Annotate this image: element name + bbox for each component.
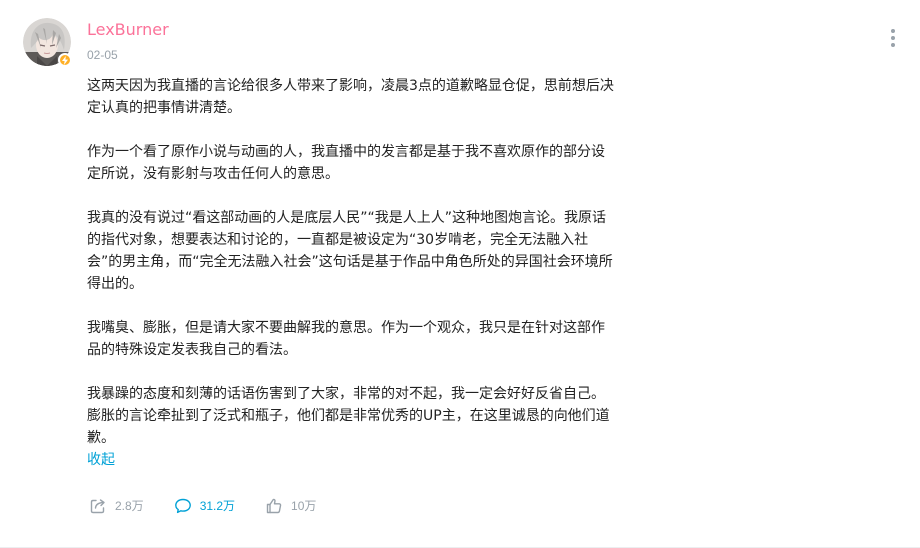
share-count: 2.8万: [115, 499, 144, 513]
comment-icon: [174, 498, 191, 514]
avatar-container[interactable]: [23, 18, 72, 67]
like-count: 10万: [291, 499, 317, 513]
post-date: 02-05: [87, 48, 118, 62]
post-paragraph: 作为一个看了原作小说与动画的人，我直播中的发言都是基于我不喜欢原作的部分设定所说…: [87, 144, 605, 182]
comment-button[interactable]: 31.2万: [174, 497, 235, 515]
post-paragraph: 我嘴臭、膨胀，但是请大家不要曲解我的意思。作为一个观众，我只是在针对这部作品的特…: [87, 320, 605, 358]
more-vertical-icon[interactable]: [882, 26, 904, 50]
like-button[interactable]: 10万: [265, 497, 316, 515]
dynamic-post-card: LexBurner 02-05 这两天因为我直播的言论给很多人带来了影响，凌晨3…: [0, 0, 920, 548]
thumbs-up-icon: [266, 498, 282, 514]
post-paragraph: 我暴躁的态度和刻薄的话语伤害到了大家，非常的对不起，我一定会好好反省自己。膨胀的…: [87, 386, 610, 446]
post-paragraph: 我真的没有说过“看这部动画的人是底层人民”“我是人上人”这种地图炮言论。我原话的…: [87, 210, 613, 292]
collapse-link[interactable]: 收起: [87, 449, 115, 471]
post-content: 这两天因为我直播的言论给很多人带来了影响，凌晨3点的道歉略显仓促，思前想后决定认…: [87, 75, 615, 471]
more-dot: [891, 36, 895, 40]
more-dot: [891, 29, 895, 33]
author-name[interactable]: LexBurner: [87, 19, 169, 41]
comment-count: 31.2万: [199, 499, 236, 513]
action-bar: 2.8万 31.2万 10万: [89, 496, 346, 516]
more-dot: [891, 43, 895, 47]
share-button[interactable]: 2.8万: [89, 497, 144, 515]
lightning-badge-icon: [58, 53, 72, 67]
post-paragraph: 这两天因为我直播的言论给很多人带来了影响，凌晨3点的道歉略显仓促，思前想后决定认…: [87, 78, 614, 116]
share-icon: [90, 499, 105, 514]
